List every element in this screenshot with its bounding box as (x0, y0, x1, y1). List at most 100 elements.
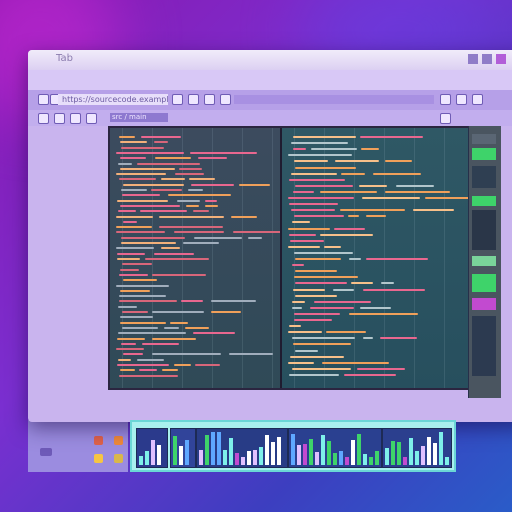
code-line (118, 305, 137, 308)
thumbnail-bar (271, 442, 275, 465)
status-badge[interactable] (472, 148, 496, 160)
panel-item[interactable] (472, 134, 496, 144)
code-editor[interactable] (108, 126, 470, 390)
panel-icon[interactable] (440, 113, 451, 124)
star-icon[interactable] (220, 94, 231, 105)
back-icon[interactable] (38, 94, 49, 105)
code-line (231, 215, 257, 218)
code-line (121, 146, 164, 149)
reload-icon[interactable] (172, 94, 183, 105)
code-line (152, 337, 196, 340)
code-line (293, 288, 325, 291)
code-line (174, 364, 191, 367)
code-line (119, 374, 178, 377)
window-thumbnail[interactable] (196, 428, 288, 468)
close-icon[interactable] (496, 54, 506, 64)
thumbnail-bar (421, 446, 425, 465)
code-line (295, 166, 356, 169)
code-line (289, 325, 301, 328)
code-line (292, 264, 304, 267)
code-pane-left[interactable] (110, 128, 282, 388)
window-thumbnail[interactable] (382, 428, 452, 468)
panel-item[interactable] (472, 316, 496, 376)
minimize-icon[interactable] (468, 54, 478, 64)
thumbnail-bar (369, 457, 373, 465)
code-pane-right[interactable] (282, 128, 468, 388)
folder-icon[interactable] (94, 454, 103, 463)
code-line (120, 321, 166, 324)
thumbnail-bar (385, 448, 389, 465)
grid-line (242, 128, 243, 388)
code-line (164, 326, 179, 329)
code-line (123, 220, 137, 223)
port-icon (40, 448, 52, 456)
panel-item[interactable] (472, 166, 496, 188)
thumbnail-bar (217, 432, 221, 465)
code-line (341, 172, 365, 175)
status-badge[interactable] (472, 274, 496, 292)
menu-icon[interactable] (440, 94, 451, 105)
code-line (334, 227, 365, 230)
thumbnail-bar (157, 445, 161, 465)
thumbnail-bar (433, 443, 437, 465)
terminal-icon[interactable] (86, 113, 97, 124)
code-line (292, 300, 305, 303)
code-line (177, 199, 200, 202)
thumbnail-bar (291, 434, 295, 465)
maximize-icon[interactable] (482, 54, 492, 64)
code-line (373, 172, 421, 175)
code-line (385, 160, 412, 163)
url-field[interactable]: https://sourcecode.example/project (58, 94, 168, 105)
code-line (363, 337, 373, 340)
code-line (154, 141, 168, 144)
lock-icon[interactable] (204, 94, 215, 105)
code-line (121, 236, 185, 239)
file-icon[interactable] (38, 113, 49, 124)
search-bar[interactable] (234, 95, 434, 104)
thumbnail-bar (363, 454, 367, 465)
code-line (140, 210, 187, 213)
code-line (294, 215, 344, 218)
shield-icon[interactable] (472, 94, 483, 105)
code-line (122, 263, 152, 266)
code-line (385, 190, 450, 193)
status-badge[interactable] (472, 196, 496, 206)
code-line (117, 337, 145, 340)
window-thumbnail[interactable] (136, 428, 168, 468)
window-thumbnail[interactable] (288, 428, 382, 468)
panel-item[interactable] (472, 210, 496, 250)
code-line (118, 162, 132, 165)
settings-icon[interactable] (456, 94, 467, 105)
star-icon[interactable] (114, 454, 123, 463)
code-line (151, 189, 182, 192)
copy-icon[interactable] (70, 113, 81, 124)
code-line (362, 197, 420, 199)
thumbnail-bar (185, 440, 189, 465)
code-line (294, 160, 328, 163)
side-panel[interactable] (468, 126, 501, 398)
alert-icon[interactable] (114, 436, 123, 445)
code-line (366, 215, 386, 218)
thumbnail-bar (403, 457, 407, 465)
code-line (293, 343, 351, 346)
code-line (123, 279, 157, 282)
window-thumbnail[interactable] (170, 428, 196, 468)
code-line (360, 136, 423, 138)
breadcrumb[interactable]: src / main (110, 113, 168, 122)
thumbnail-bar (391, 441, 395, 465)
save-icon[interactable] (54, 113, 65, 124)
code-line (154, 252, 194, 255)
thumbnail-bar (253, 450, 257, 465)
code-line (120, 316, 153, 319)
code-line (161, 247, 180, 250)
home-icon[interactable] (188, 94, 199, 105)
code-line (413, 209, 454, 212)
panel-item[interactable] (472, 256, 496, 266)
code-line (295, 294, 337, 297)
code-line (324, 245, 341, 248)
code-line (193, 332, 235, 335)
heart-icon[interactable] (94, 436, 103, 445)
panel-item[interactable] (472, 298, 496, 310)
address-bar: https://sourcecode.example/project (28, 90, 512, 110)
code-line (211, 311, 241, 314)
